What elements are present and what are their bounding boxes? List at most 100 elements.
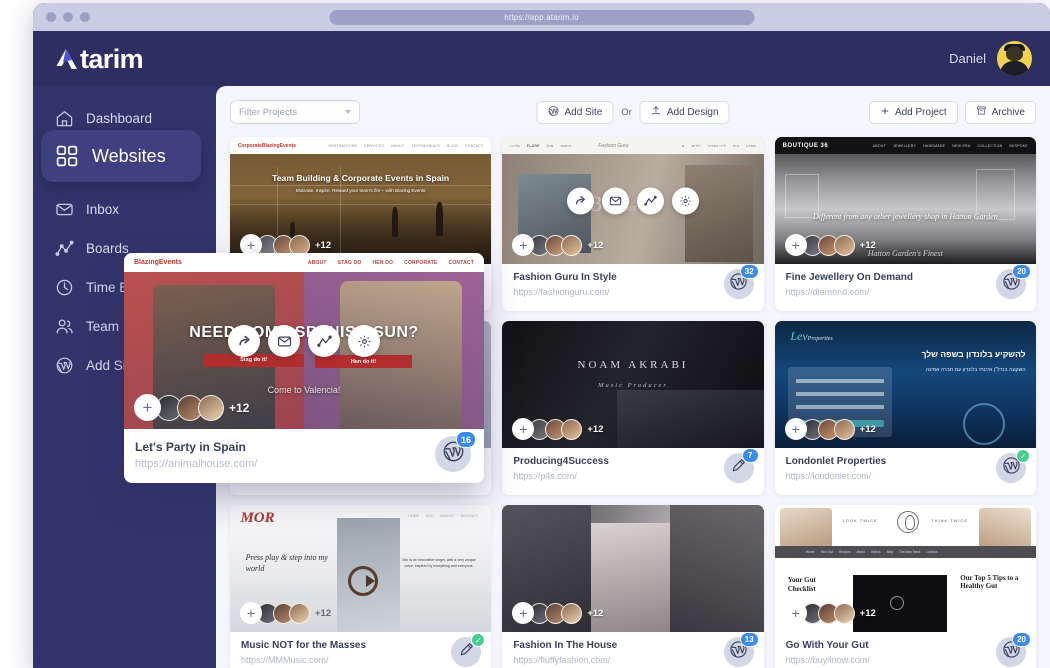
project-type-badge[interactable]: ✓ [451, 637, 481, 667]
site-menu-left: גלריהFLAREמכלנגישות [510, 144, 571, 148]
hero-headline: Team Building & Corporate Events in Spai… [230, 173, 491, 183]
gear-icon[interactable] [348, 325, 380, 357]
site-menu: ABOUTSTAG DOHEN DOCORPORATECONTACT [308, 260, 474, 266]
sidebar-item-inbox[interactable]: Inbox [33, 190, 216, 229]
avatar [561, 235, 582, 256]
project-card[interactable]: גלריהFLAREמכלנגישות Fashion Guru גוילדים… [502, 137, 763, 311]
collaborators[interactable]: + +12 [785, 418, 876, 440]
project-card[interactable]: MOR HOMEBIOVIDEOSCONTACT Press play & st… [230, 505, 491, 668]
project-title: Fine Jewellery On Demand [786, 272, 976, 283]
project-url: https://buyitnow.com/ [786, 655, 976, 665]
hero-headline-left: Your Gut Checklist [788, 576, 845, 593]
site-menu: ABOUTJEWELLERYHANDMADENEW ERACOLLECTIONB… [873, 144, 1028, 148]
project-title: Let's Party in Spain [135, 440, 325, 454]
wordpress-icon [55, 356, 74, 375]
collaborators-overflow: +12 [315, 608, 331, 619]
project-type-badge[interactable]: 20 [996, 269, 1026, 299]
analytics-icon[interactable] [308, 325, 340, 357]
collaborators[interactable]: + +12 [785, 234, 876, 256]
project-card[interactable]: BOUTIQUE 36 ABOUTJEWELLERYHANDMADENEW ER… [775, 137, 1036, 311]
project-thumbnail: BOUTIQUE 36 ABOUTJEWELLERYHANDMADENEW ER… [775, 137, 1036, 264]
collaborators-overflow: +12 [587, 608, 603, 619]
hero-headline-right: Our Top 5 Tips to a Healthy Gut [960, 574, 1025, 591]
add-design-button[interactable]: Add Design [640, 101, 730, 124]
project-title: Producing4Success [513, 456, 703, 467]
user-menu[interactable]: Daniel [949, 41, 1032, 76]
collaborators[interactable]: + +12 [785, 602, 876, 624]
project-card[interactable]: + +12 Fashion In The House https://fluff… [502, 505, 763, 668]
project-url: https://animalhouse.com/ [135, 458, 325, 470]
maximize-window-button[interactable] [80, 12, 90, 22]
share-icon[interactable] [228, 325, 260, 357]
add-site-button[interactable]: Add Site [536, 101, 613, 124]
collaborators-overflow: +12 [587, 240, 603, 251]
site-menu-right: גוילדיםלידי מפרילביתאודות [682, 144, 756, 148]
project-url: https://p4s.com/ [513, 471, 703, 481]
envelope-icon[interactable] [602, 187, 629, 214]
project-type-badge[interactable]: 32 [724, 269, 754, 299]
avatar [289, 603, 310, 624]
collaborators[interactable]: + +12 [512, 602, 603, 624]
site-menu: DESTINATIONSSERVICESABOUTTESTIMONIALSBLO… [328, 144, 483, 148]
sidebar-item-label: Inbox [86, 202, 119, 217]
project-type-badge[interactable]: ✓ [996, 453, 1026, 483]
project-thumbnail: CorporateBlazingEvents DESTINATIONSSERVI… [230, 137, 491, 264]
project-card[interactable]: LOOK TWICE THINK TWICE HomeYour GutRecip… [775, 505, 1036, 668]
analytics-icon[interactable] [637, 187, 664, 214]
site-menu: HOMEBIOVIDEOSCONTACT [408, 514, 478, 518]
add-project-button[interactable]: Add Project [869, 101, 958, 124]
site-nav-bar: BlazingEvents ABOUTSTAG DOHEN DOCORPORAT… [124, 253, 484, 272]
site-logo: CorporateBlazingEvents [238, 143, 296, 149]
share-icon[interactable] [567, 187, 594, 214]
envelope-icon [55, 200, 74, 219]
project-title: Go With Your Gut [786, 640, 976, 651]
add-collaborator-button[interactable]: + [785, 234, 807, 256]
card-footer: Fine Jewellery On Demand https://diamond… [775, 264, 1036, 311]
comment-count-badge: 7 [742, 448, 759, 463]
filter-projects-select[interactable]: Filter Projects [230, 100, 360, 124]
collaborators[interactable]: + +12 [240, 602, 331, 624]
minimize-window-button[interactable] [63, 12, 73, 22]
url-bar[interactable]: https://app.atarim.io [329, 10, 754, 25]
project-type-badge[interactable]: 20 [996, 637, 1026, 667]
close-window-button[interactable] [46, 12, 56, 22]
cta-hen-button[interactable]: Hen do it! [315, 355, 412, 368]
card-footer: Let's Party in Spain https://animalhouse… [124, 429, 484, 483]
add-collaborator-button[interactable]: + [785, 418, 807, 440]
collaborators[interactable]: + +12 [134, 394, 249, 421]
site-nav-bar: BOUTIQUE 36 ABOUTJEWELLERYHANDMADENEW ER… [775, 137, 1036, 154]
project-thumbnail: + +12 [502, 505, 763, 632]
comment-count-badge: 13 [740, 632, 759, 647]
archive-button[interactable]: Archive [965, 101, 1036, 124]
add-collaborator-button[interactable]: + [134, 394, 161, 421]
collaborators-overflow: +12 [587, 424, 603, 435]
project-url: https://diamond.com/ [786, 287, 976, 297]
sidebar-item-label: Team [86, 319, 119, 334]
project-thumbnail: BlazingEvents ABOUTSTAG DOHEN DOCORPORAT… [124, 253, 484, 429]
card-hover-actions[interactable] [567, 187, 699, 214]
add-collaborator-button[interactable]: + [240, 602, 262, 624]
collaborators-overflow: +12 [315, 240, 331, 251]
brand-logo[interactable]: tarim [53, 46, 143, 72]
avatar [198, 395, 224, 421]
collaborators[interactable]: + +12 [512, 234, 603, 256]
collaborators[interactable]: + +12 [512, 418, 603, 440]
project-type-badge[interactable]: 7 [724, 453, 754, 483]
envelope-icon[interactable] [268, 325, 300, 357]
avatar[interactable] [997, 41, 1032, 76]
user-name: Daniel [949, 51, 986, 66]
add-collaborator-button[interactable]: + [785, 602, 807, 624]
project-card[interactable]: NOAM AKRABI Music Producer + +12 [502, 321, 763, 495]
collaborators-overflow: +12 [229, 401, 249, 415]
avatar [561, 603, 582, 624]
sidebar-item-websites[interactable]: Websites [41, 130, 201, 182]
card-hover-actions[interactable] [228, 325, 380, 357]
comment-count-badge: 20 [1012, 264, 1031, 279]
site-logo: Fashion Guru [598, 143, 628, 149]
project-type-badge[interactable]: 13 [724, 637, 754, 667]
gear-icon[interactable] [672, 187, 699, 214]
collaborators-overflow: +12 [860, 608, 876, 619]
dragged-project-card[interactable]: BlazingEvents ABOUTSTAG DOHEN DOCORPORAT… [124, 253, 484, 483]
project-type-badge[interactable]: 16 [435, 436, 471, 472]
project-card[interactable]: LevProperties להשקיע בלונדון בשפה שלך הש… [775, 321, 1036, 495]
